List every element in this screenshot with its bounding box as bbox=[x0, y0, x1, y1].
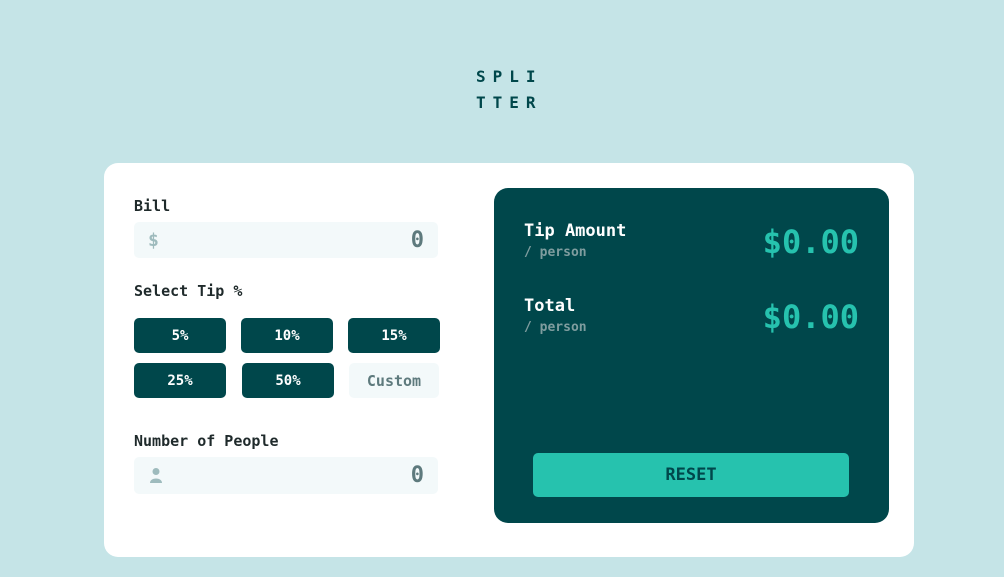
tip-custom-input[interactable]: Custom bbox=[349, 363, 439, 398]
total-title: Total bbox=[524, 296, 576, 316]
tip-label: Select Tip % bbox=[134, 282, 243, 300]
tip-button-25[interactable]: 25% bbox=[134, 363, 226, 398]
people-input[interactable]: 0 bbox=[134, 457, 438, 494]
dollar-icon: $ bbox=[148, 230, 159, 251]
total-per-person: / person bbox=[524, 320, 587, 335]
tip-button-50[interactable]: 50% bbox=[242, 363, 334, 398]
total-value: $0.00 bbox=[762, 298, 859, 336]
tip-amount-value: $0.00 bbox=[762, 223, 859, 261]
logo-line-2: TTER bbox=[476, 93, 543, 112]
tip-button-10[interactable]: 10% bbox=[241, 318, 333, 353]
person-icon bbox=[150, 468, 162, 483]
bill-value: 0 bbox=[410, 228, 424, 253]
reset-button[interactable]: RESET bbox=[533, 453, 849, 497]
people-value: 0 bbox=[410, 463, 424, 488]
bill-input[interactable]: $ 0 bbox=[134, 222, 438, 258]
tip-button-5[interactable]: 5% bbox=[134, 318, 226, 353]
bill-label: Bill bbox=[134, 197, 171, 215]
tip-button-15[interactable]: 15% bbox=[348, 318, 440, 353]
tip-amount-title: Tip Amount bbox=[524, 221, 627, 241]
app-logo: SPLI TTER bbox=[476, 64, 556, 116]
calculator-card: Bill $ 0 Select Tip % 5% 10% 15% 25% 50%… bbox=[104, 163, 914, 557]
tip-amount-per-person: / person bbox=[524, 245, 587, 260]
results-panel: Tip Amount / person $0.00 Total / person… bbox=[494, 188, 889, 523]
logo-line-1: SPLI bbox=[476, 67, 543, 86]
people-label: Number of People bbox=[134, 432, 279, 450]
